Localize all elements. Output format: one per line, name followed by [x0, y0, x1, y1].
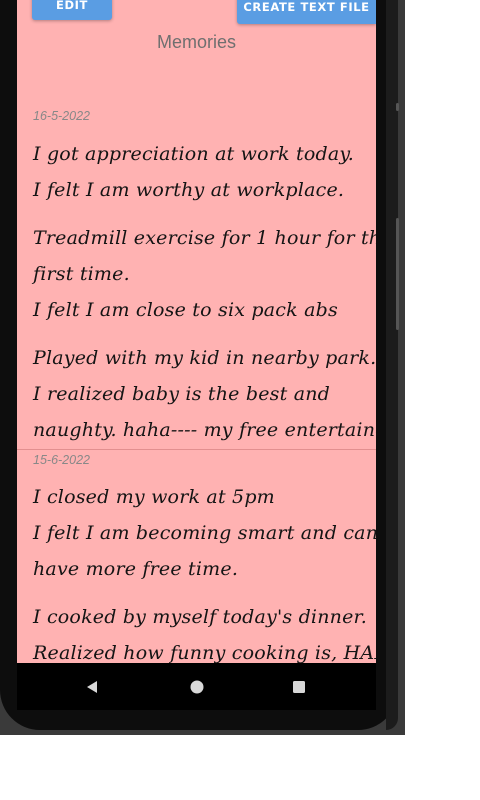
entry-line: Played with my kid in nearby park. — [33, 347, 376, 369]
app-screen: EDIT CREATE TEXT FILE Memories 16-5-2022… — [17, 0, 376, 663]
entry-line: I felt I am worthy at workplace. — [33, 179, 345, 201]
entry-line: I realized baby is the best and — [33, 383, 331, 405]
entry-line: Realized how funny cooking is, HAHAHA — [33, 642, 376, 663]
power-button — [396, 103, 399, 111]
back-triangle-icon[interactable] — [80, 675, 104, 699]
entry-line: I closed my work at 5pm — [33, 486, 275, 508]
entry-line: first time. — [33, 263, 130, 285]
entry-line: I felt I am becoming smart and can — [33, 522, 376, 544]
entry-line: have more free time. — [33, 558, 239, 580]
entry-divider — [17, 449, 376, 450]
entry-date: 16-5-2022 — [33, 109, 90, 123]
recents-square-icon[interactable] — [287, 675, 311, 699]
edit-button[interactable]: EDIT — [32, 0, 112, 20]
create-text-file-button[interactable]: CREATE TEXT FILE — [237, 0, 376, 24]
entry-date: 15-6-2022 — [33, 453, 90, 467]
navigation-bar — [17, 663, 376, 710]
entry-line: naughty. haha---- my free entertainer — [33, 419, 376, 441]
home-circle-icon[interactable] — [185, 675, 209, 699]
entry-line: I cooked by myself today's dinner. — [33, 606, 367, 628]
entry-line: I got appreciation at work today. — [33, 143, 355, 165]
entry-line: I felt I am close to six pack abs — [33, 299, 338, 321]
page-title: Memories — [156, 32, 236, 52]
entry-line: Treadmill exercise for 1 hour for the — [33, 227, 376, 249]
volume-button — [396, 218, 399, 330]
